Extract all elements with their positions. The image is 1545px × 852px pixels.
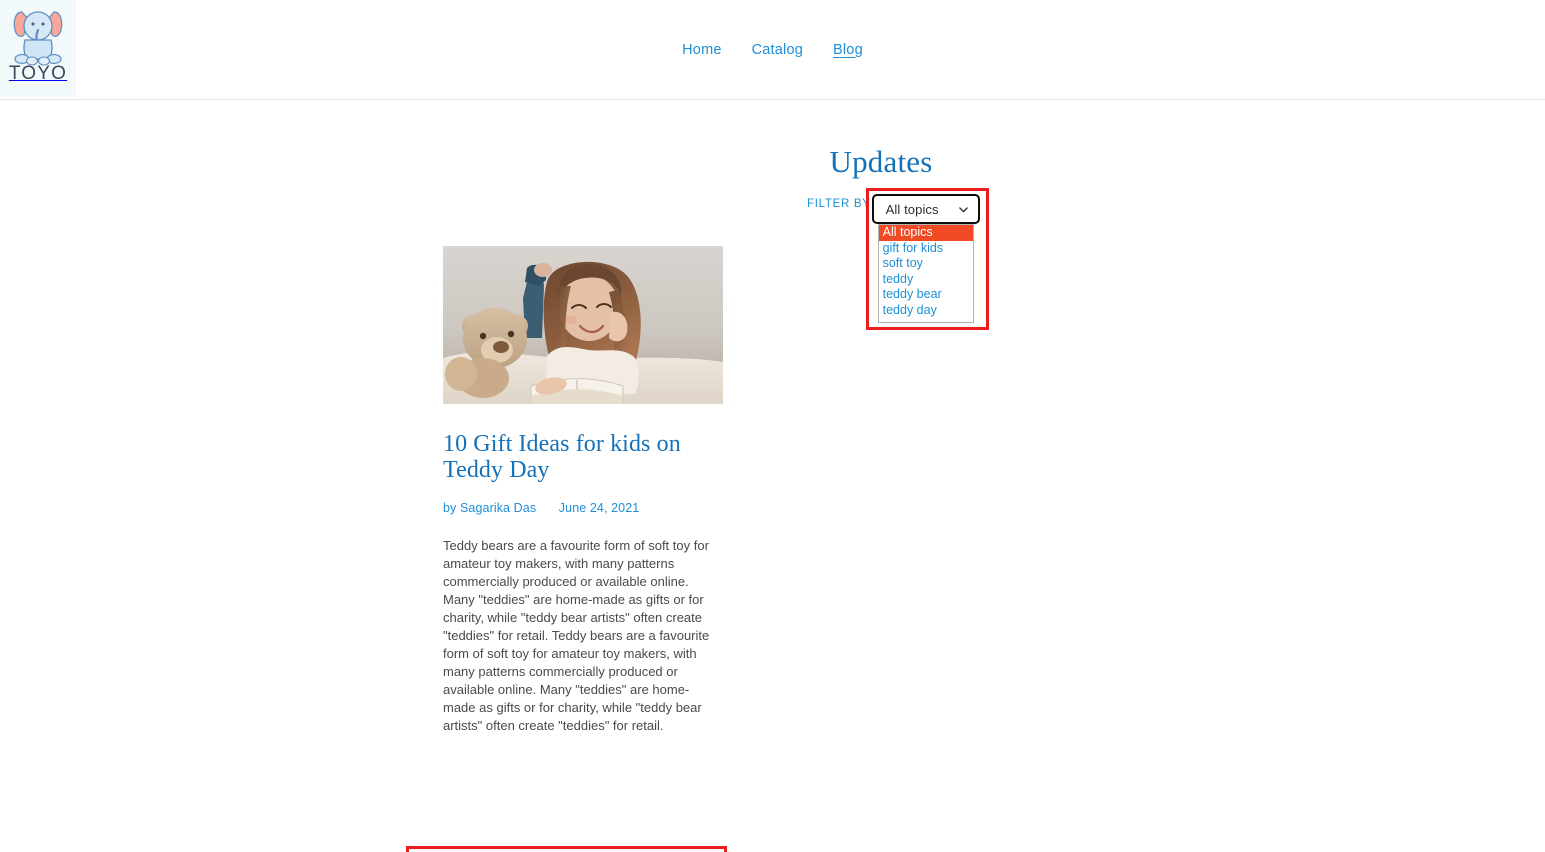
topic-option-soft-toy[interactable]: soft toy: [879, 256, 973, 272]
nav-link-blog[interactable]: Blog: [833, 42, 863, 58]
topic-option-teddy-day[interactable]: teddy day: [879, 303, 973, 319]
article-author: by Sagarika Das: [443, 500, 537, 515]
nav-link-catalog[interactable]: Catalog: [752, 42, 803, 58]
page-body: Updates FILTER BY All topics All topics …: [0, 100, 1545, 852]
article-excerpt: Teddy bears are a favourite form of soft…: [443, 537, 710, 733]
topic-option-gift-for-kids[interactable]: gift for kids: [879, 241, 973, 257]
site-logo[interactable]: TOYO: [0, 0, 76, 97]
article-thumbnail[interactable]: [443, 246, 723, 404]
filter-row: FILTER BY All topics All topics gift for…: [807, 188, 989, 330]
nav-link-home[interactable]: Home: [682, 42, 721, 58]
main-navigation: Home Catalog Blog: [0, 0, 1545, 99]
site-header: Home Catalog Blog TOYO: [0, 0, 1545, 100]
page-title: Updates: [829, 144, 933, 179]
article-date: June 24, 2021: [558, 500, 640, 515]
article-thumbnail-image: [443, 246, 723, 404]
article-meta: by Sagarika Das June 24, 2021: [443, 501, 723, 515]
chevron-down-icon: [958, 206, 968, 212]
logo-wordmark: TOYO: [8, 63, 68, 84]
topic-option-teddy[interactable]: teddy: [879, 272, 973, 288]
topic-option-teddy-bear[interactable]: teddy bear: [879, 287, 973, 303]
article-title[interactable]: 10 Gift Ideas for kids on Teddy Day: [443, 431, 723, 484]
filter-by-label: FILTER BY: [807, 198, 871, 210]
topic-select[interactable]: All topics: [871, 194, 980, 224]
topic-option-all-topics[interactable]: All topics: [878, 225, 973, 241]
article-card: 10 Gift Ideas for kids on Teddy Day by S…: [406, 246, 727, 852]
tags-highlight-box: gift for kidssoft toyteddyteddy beartedd…: [406, 846, 727, 852]
topic-select-menu[interactable]: All topics gift for kids soft toy teddy …: [877, 224, 974, 323]
topic-select-value: All topics: [885, 201, 939, 217]
elephant-logo-icon: [13, 11, 63, 66]
filter-highlight-box: All topics All topics gift for kids soft…: [865, 188, 989, 330]
